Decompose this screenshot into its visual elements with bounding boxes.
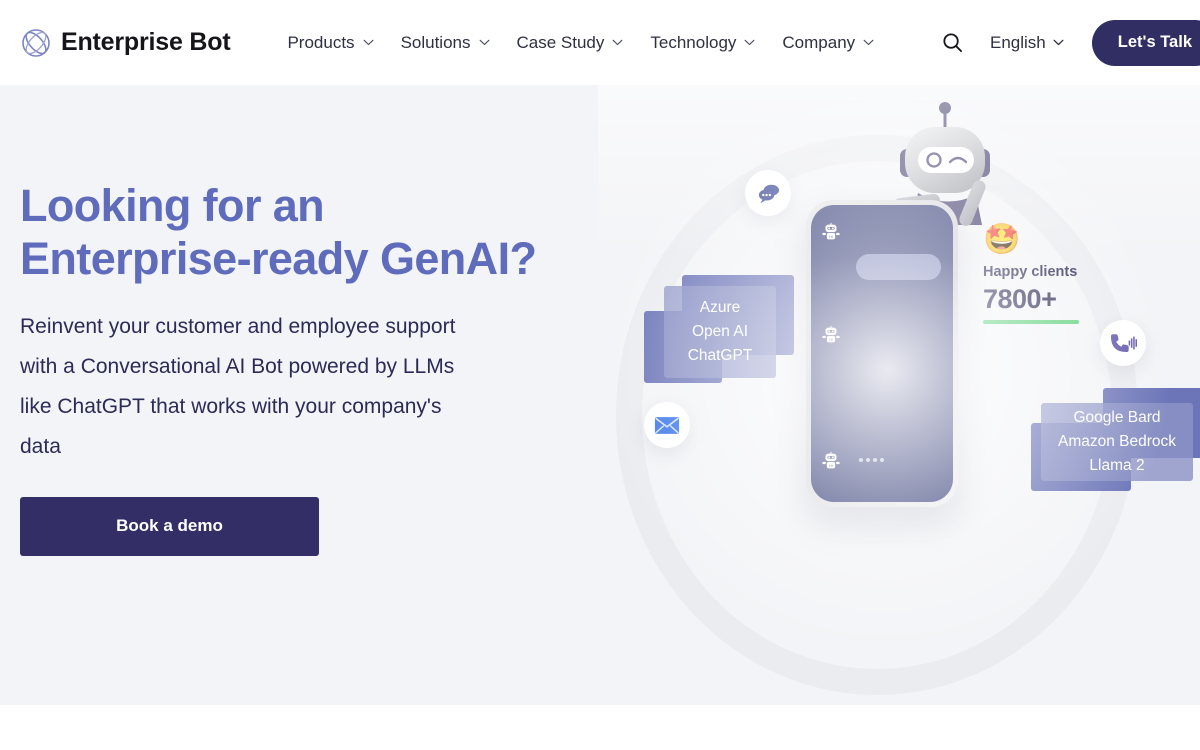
header-actions: English Let's Talk (932, 0, 1200, 85)
stat-label: Happy clients (983, 264, 1078, 280)
chevron-down-icon (363, 39, 374, 46)
nav-label: Solutions (400, 32, 471, 52)
stat-progress-bar (983, 320, 1079, 324)
bot-avatar-icon: Hi (820, 324, 842, 346)
typing-dots-icon (859, 458, 884, 462)
book-a-demo-button[interactable]: Book a demo (20, 496, 319, 556)
nav-label: Technology (650, 32, 737, 52)
chat-message-bubble (856, 254, 941, 280)
chevron-down-icon (863, 39, 874, 46)
hero-title-line-2: Enterprise-ready GenAI? (20, 232, 537, 284)
nav-item-products[interactable]: Products (287, 32, 374, 53)
star-struck-emoji: 🤩 (983, 223, 1021, 256)
tech-label: Azure (699, 298, 741, 316)
language-selector[interactable]: English (990, 33, 1064, 53)
nav-item-case-study[interactable]: Case Study (517, 33, 624, 53)
lets-talk-button[interactable]: Let's Talk (1091, 19, 1200, 66)
chevron-down-icon (744, 39, 755, 46)
phone-mockup: Hi Hi Hi (806, 200, 958, 507)
tech-label: Open AI (691, 322, 748, 340)
email-envelope-icon (644, 402, 690, 448)
voice-call-icon (1100, 320, 1146, 366)
hero-subtitle: Reinvent your customer and employee supp… (20, 315, 456, 458)
chevron-down-icon (479, 39, 490, 46)
tech-label: Llama 2 (1089, 457, 1145, 474)
page-title: Looking for an Enterprise-ready GenAI? (20, 180, 595, 285)
language-label: English (990, 32, 1046, 52)
search-icon[interactable] (932, 23, 972, 63)
svg-text:Hi: Hi (829, 463, 833, 468)
nav-item-company[interactable]: Company (782, 33, 874, 53)
orbit-swirl-icon (20, 27, 52, 59)
tech-cards-left: Azure Open AI ChatGPT (644, 275, 794, 385)
nav-item-solutions[interactable]: Solutions (401, 33, 490, 53)
brand-name: Enterprise Bot (61, 28, 231, 56)
hero-copy: Looking for an Enterprise-ready GenAI? R… (20, 180, 595, 556)
site-header: Enterprise Bot Products Solutions Case S… (0, 0, 1200, 85)
svg-text:Hi: Hi (829, 337, 833, 342)
nav-item-technology[interactable]: Technology (650, 33, 755, 53)
page-below-fold (0, 705, 1200, 750)
svg-text:Hi: Hi (829, 234, 833, 239)
tech-cards-right: Google Bard Amazon Bedrock Llama 2 (1031, 388, 1200, 508)
tech-label: Google Bard (1073, 408, 1161, 426)
hero-section: Looking for an Enterprise-ready GenAI? R… (0, 85, 1200, 705)
tech-label: Amazon Bedrock (1057, 432, 1177, 450)
brand-logo-link[interactable]: Enterprise Bot (20, 27, 231, 59)
bot-avatar-icon: Hi (820, 221, 842, 243)
bot-avatar-icon: Hi (820, 450, 842, 472)
chevron-down-icon (1053, 39, 1064, 46)
tech-label: ChatGPT (687, 347, 753, 364)
happy-clients-stat: 🤩 Happy clients 7800+ (983, 225, 1123, 324)
stat-value: 7800+ (983, 284, 1057, 314)
tech-card-front: Azure Open AI ChatGPT (664, 286, 776, 378)
nav-label: Case Study (516, 32, 605, 52)
nav-label: Company (782, 32, 856, 52)
hero-illustration: Hi Hi Hi Azure Open AI ChatGPT Google Ba… (598, 85, 1200, 705)
phone-screen: Hi Hi Hi (811, 205, 953, 502)
tech-card-front: Google Bard Amazon Bedrock Llama 2 (1041, 403, 1193, 481)
chevron-down-icon (612, 39, 623, 46)
hero-title-line-1: Looking for an (20, 180, 325, 231)
chat-bubbles-icon (745, 170, 791, 216)
main-navigation: Products Solutions Case Study Technology… (287, 33, 874, 53)
nav-label: Products (287, 32, 355, 52)
